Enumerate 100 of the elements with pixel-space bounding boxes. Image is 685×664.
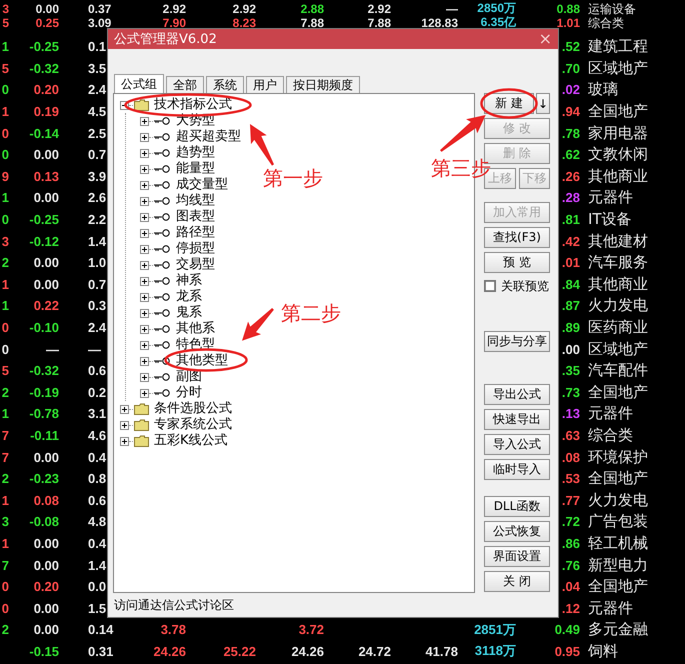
quote-cell: -0.19 xyxy=(29,384,59,400)
quote-cell: -0.25 xyxy=(29,39,59,54)
dialog-button[interactable]: 预 览 xyxy=(484,252,550,273)
tree-item[interactable]: 成交量型 xyxy=(176,177,228,193)
expand-icon[interactable] xyxy=(140,148,149,158)
key-icon xyxy=(154,229,170,237)
quote-cell: 9 xyxy=(2,168,9,184)
folder-icon xyxy=(134,99,149,111)
expand-icon[interactable] xyxy=(140,292,149,302)
tree-item[interactable]: 均线型 xyxy=(176,193,215,209)
forum-link[interactable]: 访问通达信公式讨论区 xyxy=(108,597,558,614)
expand-icon[interactable] xyxy=(140,308,149,318)
checkbox-label[interactable]: 关联预览 xyxy=(501,278,549,294)
quote-cell: 0.00 xyxy=(34,450,59,465)
expand-icon[interactable] xyxy=(120,404,129,414)
expand-icon[interactable] xyxy=(140,372,149,382)
tree-item[interactable]: 神系 xyxy=(176,273,202,289)
dialog-button[interactable]: 界面设置 xyxy=(484,546,550,567)
dialog-button[interactable]: 快速导出 xyxy=(484,409,550,430)
tree-item[interactable]: 能量型 xyxy=(176,161,215,177)
new-button[interactable]: 新 建 xyxy=(484,93,534,114)
quote-cell: 0 xyxy=(2,320,9,336)
expand-icon[interactable] xyxy=(140,260,149,270)
tree-item[interactable]: 交易型 xyxy=(176,257,215,273)
dialog-button[interactable]: 导入公式 xyxy=(484,434,550,455)
tab[interactable]: 全部 xyxy=(166,76,204,93)
tree-item[interactable]: 超买超卖型 xyxy=(176,129,241,145)
tree-item[interactable]: 分时 xyxy=(176,385,202,401)
tab[interactable]: 按日期频度 xyxy=(286,76,360,93)
expand-icon[interactable] xyxy=(140,116,149,126)
tree-item[interactable]: 五彩K线公式 xyxy=(154,433,228,449)
expand-icon[interactable] xyxy=(140,164,149,174)
tree-item[interactable]: 条件选股公式 xyxy=(154,401,232,417)
industry-cell: 汽车服务 xyxy=(588,253,648,272)
tree-item[interactable]: 趋势型 xyxy=(176,145,215,161)
quote-cell: .94 xyxy=(562,104,580,120)
key-icon xyxy=(154,373,170,381)
industry-cell: IT设备 xyxy=(588,210,632,230)
dialog-button[interactable]: 同步与分享 xyxy=(484,331,550,352)
dialog-button[interactable]: 公式恢复 xyxy=(484,521,550,542)
dialog-button[interactable]: 临时导入 xyxy=(484,459,550,480)
dialog-button[interactable]: DLL函数 xyxy=(484,496,550,517)
quote-cell: 0.95 xyxy=(554,644,580,659)
checkbox[interactable] xyxy=(484,280,496,292)
quote-cell: .86 xyxy=(562,536,580,551)
quote-cell: 4.8 xyxy=(88,514,106,530)
quote-cell: 1 xyxy=(2,536,9,551)
expand-icon[interactable] xyxy=(120,436,129,446)
quote-cell: 3.5 xyxy=(88,60,106,76)
key-icon xyxy=(154,197,170,205)
tree-item[interactable]: 停损型 xyxy=(176,241,215,257)
quote-cell: 2.92 xyxy=(232,2,256,16)
dialog-button[interactable]: 导出公式 xyxy=(484,384,550,405)
tab[interactable]: 公式组 xyxy=(114,74,164,93)
quote-cell: 1 xyxy=(2,190,9,206)
expand-icon[interactable] xyxy=(140,356,149,366)
expand-icon[interactable] xyxy=(140,324,149,334)
quote-cell: .84 xyxy=(562,276,580,292)
quote-cell: 0 xyxy=(2,82,9,98)
quote-cell: -0.32 xyxy=(29,363,59,378)
quote-cell: 0.6 xyxy=(88,492,106,508)
quote-cell: 0 xyxy=(2,147,9,162)
expand-icon[interactable] xyxy=(140,212,149,222)
quote-cell: 7.88 xyxy=(368,16,391,30)
quote-cell: 1.0 xyxy=(88,255,106,270)
tab[interactable]: 用户 xyxy=(246,76,284,93)
expand-icon[interactable] xyxy=(120,420,129,430)
quote-cell: 0.19 xyxy=(34,104,59,120)
quote-cell: 0.4 xyxy=(88,450,106,465)
expand-icon[interactable] xyxy=(140,388,149,398)
tree-item[interactable]: 路径型 xyxy=(176,225,215,241)
quote-cell: 8.23 xyxy=(232,16,256,30)
tab[interactable]: 系统 xyxy=(206,76,244,93)
expand-icon[interactable] xyxy=(140,228,149,238)
dropdown-button[interactable]: ↓ xyxy=(536,93,550,114)
quote-cell: 0.00 xyxy=(34,147,59,162)
expand-icon[interactable] xyxy=(140,180,149,190)
tree-item[interactable]: 龙系 xyxy=(176,289,202,305)
quote-cell: 0 xyxy=(2,342,9,357)
quote-cell: 1.4 xyxy=(88,558,106,573)
dialog-button[interactable]: 查找(F3) xyxy=(484,227,550,248)
tree-item[interactable]: 其他系 xyxy=(176,321,215,337)
quote-cell: 0.00 xyxy=(34,600,59,616)
tree-item[interactable]: 鬼系 xyxy=(176,305,202,321)
tree-item[interactable]: 图表型 xyxy=(176,209,215,225)
expand-icon[interactable] xyxy=(140,276,149,286)
tree-item[interactable]: 专家系统公式 xyxy=(154,417,232,433)
quote-cell: .89 xyxy=(562,320,580,336)
quote-cell: 1 xyxy=(2,39,9,54)
expand-icon[interactable] xyxy=(140,340,149,350)
expand-icon[interactable] xyxy=(140,244,149,254)
dialog-button[interactable]: 关 闭 xyxy=(484,571,550,592)
quote-cell: 0.0 xyxy=(88,579,106,594)
expand-icon[interactable] xyxy=(140,132,149,142)
quote-cell: 0.00 xyxy=(34,536,59,551)
quote-cell: 4.5 xyxy=(88,104,106,120)
expand-icon[interactable] xyxy=(140,196,149,206)
quote-cell: 0.00 xyxy=(34,558,59,573)
quote-cell: -0.15 xyxy=(29,644,59,659)
industry-cell: 新型电力 xyxy=(588,556,648,575)
